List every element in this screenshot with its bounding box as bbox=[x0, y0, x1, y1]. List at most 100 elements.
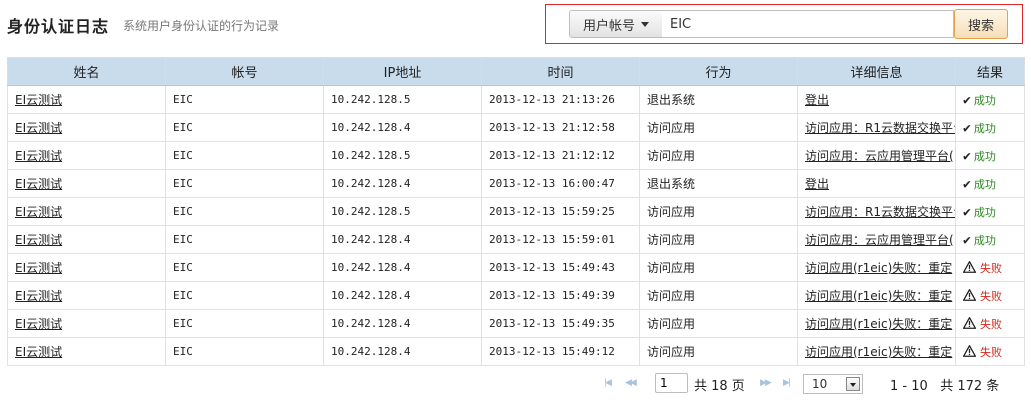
table-row: EI云测试 EIC 10.242.128.4 2013-12-13 16:00:47 退… bbox=[7, 169, 1025, 198]
cell-detail[interactable]: 登出 bbox=[797, 85, 956, 114]
checkmark-icon: ✔ bbox=[963, 204, 971, 220]
cell-ip: 10.242.128.5 bbox=[323, 141, 482, 170]
cell-name[interactable]: EI云测试 bbox=[7, 169, 166, 198]
prev-page-icon[interactable]: ◀◀ bbox=[625, 378, 637, 388]
cell-detail[interactable]: 访问应用：R1云数据交换平台 bbox=[797, 197, 956, 226]
cell-detail[interactable]: 访问应用：R1云数据交换平台 bbox=[797, 113, 956, 142]
detail-link[interactable]: 访问应用：云应用管理平台( bbox=[805, 149, 954, 163]
cell-detail[interactable]: 访问应用：云应用管理平台( bbox=[797, 141, 956, 170]
table-row: EI云测试 EIC 10.242.128.5 2013-12-13 21:13:26 退… bbox=[7, 85, 1025, 114]
column-header-result[interactable]: 结果 bbox=[955, 57, 1025, 86]
cell-result: 失败 bbox=[955, 253, 1025, 282]
user-name-link[interactable]: EI云测试 bbox=[15, 177, 62, 191]
cell-result: 失败 bbox=[955, 309, 1025, 338]
cell-action: 访问应用 bbox=[639, 281, 798, 310]
column-header-action[interactable]: 行为 bbox=[639, 57, 798, 86]
detail-link[interactable]: 访问应用(r1eic)失败：重定 bbox=[805, 317, 952, 331]
cell-name[interactable]: EI云测试 bbox=[7, 253, 166, 282]
last-page-icon[interactable]: ▶| bbox=[783, 378, 791, 388]
cell-detail[interactable]: 访问应用：云应用管理平台( bbox=[797, 225, 956, 254]
result-label: 失败 bbox=[980, 317, 1002, 331]
cell-account: EIC bbox=[165, 169, 324, 198]
detail-link[interactable]: 访问应用(r1eic)失败：重定 bbox=[805, 345, 952, 359]
next-page-icon[interactable]: ▶▶ bbox=[760, 378, 772, 388]
detail-link[interactable]: 登出 bbox=[805, 93, 829, 107]
cell-action: 退出系统 bbox=[639, 169, 798, 198]
cell-action: 访问应用 bbox=[639, 225, 798, 254]
search-input[interactable] bbox=[662, 10, 954, 38]
detail-link[interactable]: 访问应用(r1eic)失败：重定 bbox=[805, 261, 952, 275]
warning-icon bbox=[963, 288, 976, 301]
detail-link[interactable]: 访问应用：云应用管理平台( bbox=[805, 233, 954, 247]
cell-ip: 10.242.128.4 bbox=[323, 309, 482, 338]
cell-action: 访问应用 bbox=[639, 197, 798, 226]
total-pages-label: 共 18 页 bbox=[694, 379, 745, 394]
result-label: 成功 bbox=[973, 205, 996, 219]
user-name-link[interactable]: EI云测试 bbox=[15, 345, 62, 359]
cell-action: 退出系统 bbox=[639, 85, 798, 114]
user-name-link[interactable]: EI云测试 bbox=[15, 317, 62, 331]
search-button[interactable]: 搜索 bbox=[954, 9, 1008, 39]
user-name-link[interactable]: EI云测试 bbox=[15, 289, 62, 303]
table-row: EI云测试 EIC 10.242.128.4 2013-12-13 15:49:12 访… bbox=[7, 337, 1025, 366]
column-header-time[interactable]: 时间 bbox=[481, 57, 640, 86]
cell-ip: 10.242.128.4 bbox=[323, 113, 482, 142]
detail-link[interactable]: 访问应用(r1eic)失败：重定 bbox=[805, 289, 952, 303]
cell-action: 访问应用 bbox=[639, 141, 798, 170]
cell-name[interactable]: EI云测试 bbox=[7, 281, 166, 310]
cell-time: 2013-12-13 21:13:26 bbox=[481, 85, 640, 114]
table-row: EI云测试 EIC 10.242.128.4 2013-12-13 15:49:39 访… bbox=[7, 281, 1025, 310]
cell-detail[interactable]: 访问应用(r1eic)失败：重定 bbox=[797, 337, 956, 366]
cell-result: ✔ 成功 bbox=[955, 197, 1025, 226]
user-name-link[interactable]: EI云测试 bbox=[15, 121, 62, 135]
auth-log-table: 姓名 帐号 IP地址 时间 行为 详细信息 结果 EI云测试 EIC 10.242.… bbox=[7, 57, 1025, 366]
detail-link[interactable]: 登出 bbox=[805, 177, 829, 191]
cell-ip: 10.242.128.4 bbox=[323, 225, 482, 254]
column-header-detail[interactable]: 详细信息 bbox=[797, 57, 956, 86]
column-header-name[interactable]: 姓名 bbox=[7, 57, 166, 86]
search-field-label: 用户帐号 bbox=[582, 18, 635, 34]
result-label: 失败 bbox=[980, 289, 1002, 303]
cell-detail[interactable]: 访问应用(r1eic)失败：重定 bbox=[797, 309, 956, 338]
table-row: EI云测试 EIC 10.242.128.5 2013-12-13 15:59:25 访… bbox=[7, 197, 1025, 226]
page-size-select[interactable]: 10 bbox=[803, 374, 863, 394]
cell-detail[interactable]: 登出 bbox=[797, 169, 956, 198]
cell-name[interactable]: EI云测试 bbox=[7, 309, 166, 338]
record-range-label: 1 - 10 共 172 条 bbox=[890, 379, 1000, 394]
page-number-input[interactable] bbox=[655, 373, 688, 393]
detail-link[interactable]: 访问应用：R1云数据交换平台 bbox=[805, 121, 955, 135]
search-field-dropdown[interactable]: 用户帐号 bbox=[569, 10, 663, 38]
cell-ip: 10.242.128.4 bbox=[323, 253, 482, 282]
cell-name[interactable]: EI云测试 bbox=[7, 337, 166, 366]
cell-name[interactable]: EI云测试 bbox=[7, 197, 166, 226]
first-page-icon[interactable]: |◀ bbox=[604, 378, 612, 388]
cell-result: ✔ 成功 bbox=[955, 141, 1025, 170]
cell-name[interactable]: EI云测试 bbox=[7, 225, 166, 254]
cell-account: EIC bbox=[165, 309, 324, 338]
cell-ip: 10.242.128.4 bbox=[323, 169, 482, 198]
user-name-link[interactable]: EI云测试 bbox=[15, 93, 62, 107]
user-name-link[interactable]: EI云测试 bbox=[15, 205, 62, 219]
user-name-link[interactable]: EI云测试 bbox=[15, 261, 62, 275]
warning-icon bbox=[963, 344, 976, 357]
checkmark-icon: ✔ bbox=[963, 232, 971, 248]
detail-link[interactable]: 访问应用：R1云数据交换平台 bbox=[805, 205, 955, 219]
cell-detail[interactable]: 访问应用(r1eic)失败：重定 bbox=[797, 253, 956, 282]
table-row: EI云测试 EIC 10.242.128.4 2013-12-13 15:59:01 访… bbox=[7, 225, 1025, 254]
cell-name[interactable]: EI云测试 bbox=[7, 141, 166, 170]
column-header-account[interactable]: 帐号 bbox=[165, 57, 324, 86]
table-row: EI云测试 EIC 10.242.128.5 2013-12-13 21:12:12 访… bbox=[7, 141, 1025, 170]
cell-time: 2013-12-13 15:59:25 bbox=[481, 197, 640, 226]
cell-detail[interactable]: 访问应用(r1eic)失败：重定 bbox=[797, 281, 956, 310]
cell-name[interactable]: EI云测试 bbox=[7, 113, 166, 142]
cell-account: EIC bbox=[165, 225, 324, 254]
user-name-link[interactable]: EI云测试 bbox=[15, 149, 62, 163]
cell-result: ✔ 成功 bbox=[955, 85, 1025, 114]
result-label: 成功 bbox=[973, 177, 996, 191]
cell-name[interactable]: EI云测试 bbox=[7, 85, 166, 114]
user-name-link[interactable]: EI云测试 bbox=[15, 233, 62, 247]
cell-time: 2013-12-13 16:00:47 bbox=[481, 169, 640, 198]
cell-time: 2013-12-13 15:59:01 bbox=[481, 225, 640, 254]
checkmark-icon: ✔ bbox=[963, 120, 971, 136]
column-header-ip[interactable]: IP地址 bbox=[323, 57, 482, 86]
